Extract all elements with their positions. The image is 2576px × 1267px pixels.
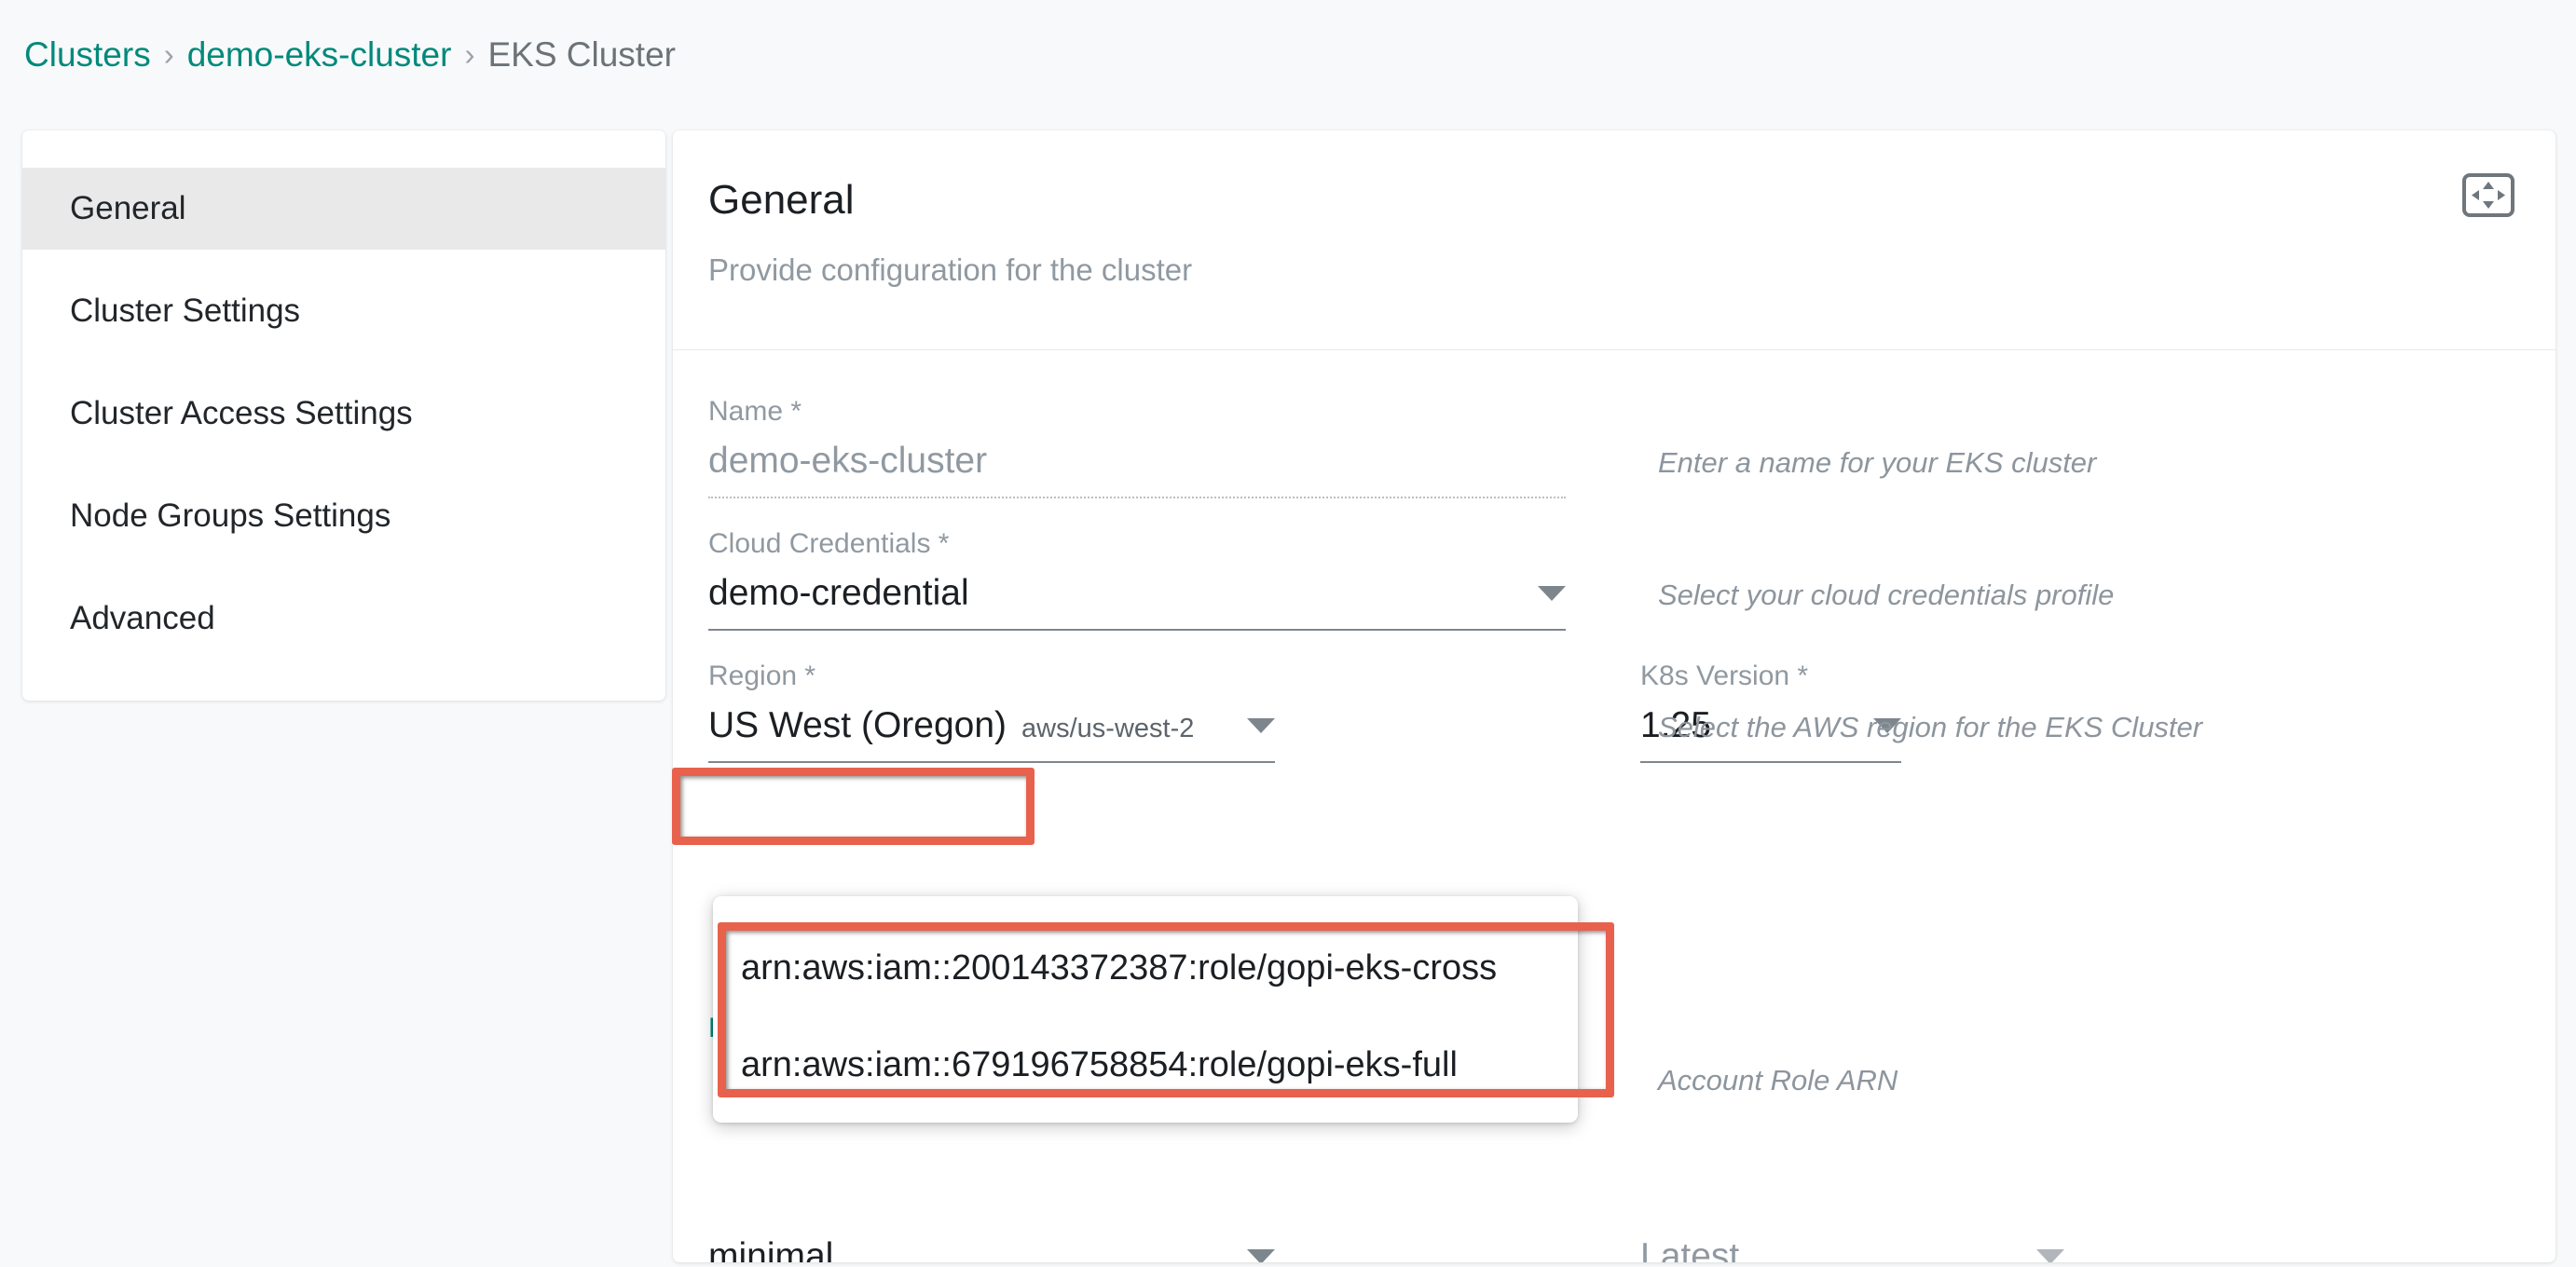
field-cloud-credentials-value[interactable]: demo-credential bbox=[708, 573, 1566, 614]
field-name: Name * demo-eks-cluster bbox=[708, 396, 1566, 498]
sidebar-item-advanced[interactable]: Advanced bbox=[22, 578, 665, 660]
field-region-underline bbox=[708, 761, 1275, 763]
chevron-down-icon[interactable] bbox=[1538, 586, 1566, 601]
sidebar-item-label: Cluster Settings bbox=[70, 293, 301, 329]
sidebar-item-label: Advanced bbox=[70, 600, 215, 636]
field-blueprint-version-text: Latest bbox=[1640, 1236, 1740, 1262]
field-region-code: aws/us-west-2 bbox=[1021, 714, 1195, 743]
breadcrumb-separator: › bbox=[464, 37, 475, 72]
chevron-down-icon[interactable] bbox=[2036, 1249, 2064, 1262]
field-name-underline bbox=[708, 497, 1566, 498]
breadcrumb: Clusters › demo-eks-cluster › EKS Cluste… bbox=[24, 35, 676, 75]
field-region-label: Region * bbox=[708, 661, 816, 691]
field-cloud-credentials-text: demo-credential bbox=[708, 573, 969, 613]
breadcrumb-item-clusters[interactable]: Clusters bbox=[24, 35, 151, 75]
field-role-arn-helper: Account Role ARN bbox=[1658, 1064, 1898, 1097]
field-region-text: US West (Oregon) bbox=[708, 705, 1007, 745]
field-region-value[interactable]: US West (Oregon) aws/us-west-2 bbox=[708, 705, 1275, 746]
field-region: Region * US West (Oregon) aws/us-west-2 bbox=[708, 661, 1275, 763]
chevron-down-icon[interactable] bbox=[1247, 1249, 1275, 1262]
dropdown-option[interactable]: arn:aws:iam::679196758854:role/gopi-eks-… bbox=[741, 1045, 1458, 1085]
panel-header: General Provide configuration for the cl… bbox=[673, 130, 2555, 349]
header-divider bbox=[673, 349, 2555, 350]
fullscreen-expand-icon[interactable] bbox=[2462, 173, 2514, 217]
field-name-label: Name * bbox=[708, 396, 802, 427]
role-arn-dropdown-list[interactable]: arn:aws:iam::200143372387:role/gopi-eks-… bbox=[713, 896, 1578, 1123]
sidebar-item-label: General bbox=[70, 190, 186, 226]
field-cloud-credentials-helper: Select your cloud credentials profile bbox=[1658, 579, 2115, 611]
field-cloud-credentials: Cloud Credentials * demo-credential bbox=[708, 528, 1566, 631]
breadcrumb-separator: › bbox=[163, 37, 174, 72]
field-blueprint: minimal bbox=[708, 1236, 1275, 1262]
page-subtitle: Provide configuration for the cluster bbox=[708, 252, 1193, 287]
sidebar-item-node-groups-settings[interactable]: Node Groups Settings bbox=[22, 475, 665, 557]
field-cloud-credentials-label: Cloud Credentials * bbox=[708, 528, 950, 559]
field-name-helper: Enter a name for your EKS cluster bbox=[1658, 446, 2097, 479]
sidebar-item-cluster-settings[interactable]: Cluster Settings bbox=[22, 270, 665, 352]
field-region-helper: Select the AWS region for the EKS Cluste… bbox=[1658, 711, 2203, 743]
sidebar-item-cluster-access-settings[interactable]: Cluster Access Settings bbox=[22, 373, 665, 455]
sidebar-item-label: Node Groups Settings bbox=[70, 497, 391, 534]
field-blueprint-value[interactable]: minimal bbox=[708, 1236, 1275, 1262]
sidebar-item-general[interactable]: General bbox=[22, 168, 665, 250]
page-title: General bbox=[708, 177, 855, 223]
field-k8s-version-label: K8s Version * bbox=[1640, 661, 1809, 691]
field-k8s-version-underline bbox=[1640, 761, 1901, 763]
breadcrumb-item-demo-eks-cluster[interactable]: demo-eks-cluster bbox=[187, 35, 452, 75]
field-name-value[interactable]: demo-eks-cluster bbox=[708, 441, 1566, 482]
sidebar-item-label: Cluster Access Settings bbox=[70, 395, 413, 431]
field-cloud-credentials-underline bbox=[708, 629, 1566, 631]
field-blueprint-version: Latest bbox=[1640, 1236, 2064, 1262]
field-blueprint-version-value[interactable]: Latest bbox=[1640, 1236, 2064, 1262]
breadcrumb-item-eks-cluster: EKS Cluster bbox=[487, 35, 676, 74]
chevron-down-icon[interactable] bbox=[1247, 718, 1275, 733]
field-blueprint-text: minimal bbox=[708, 1236, 834, 1262]
dropdown-option[interactable]: arn:aws:iam::200143372387:role/gopi-eks-… bbox=[741, 948, 1497, 988]
settings-sidebar: General Cluster Settings Cluster Access … bbox=[22, 130, 665, 701]
